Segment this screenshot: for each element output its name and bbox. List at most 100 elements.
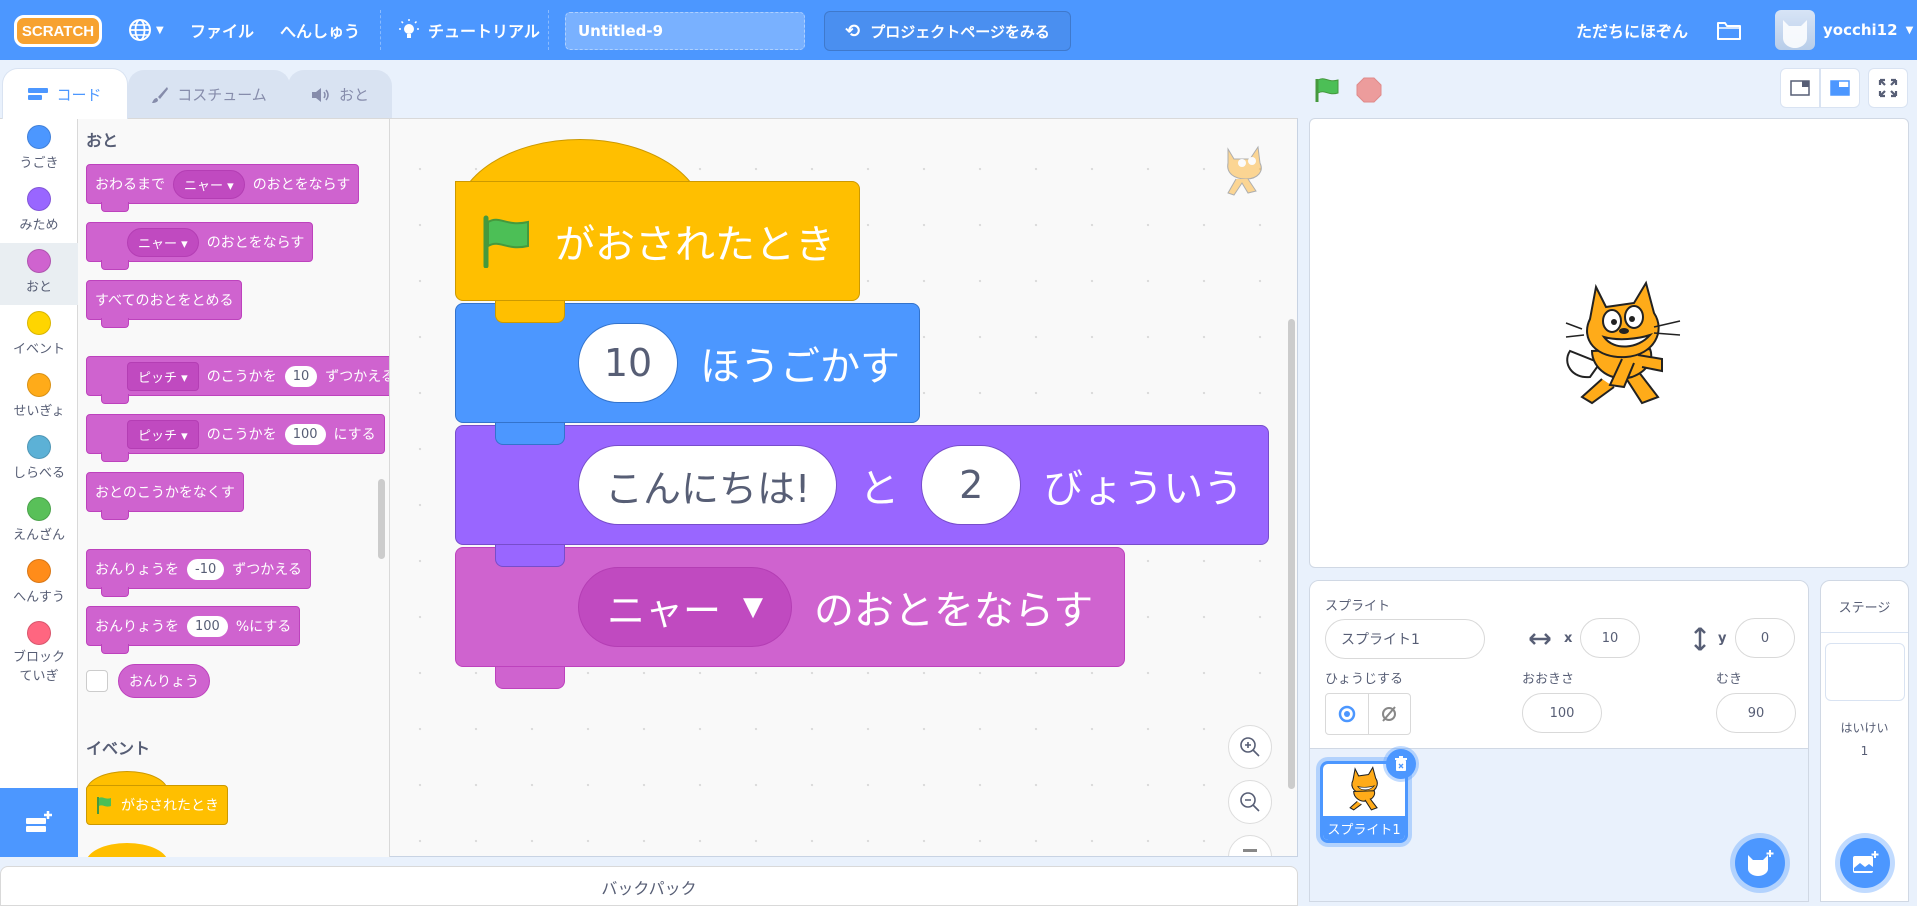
hide-sprite-button[interactable] <box>1369 694 1411 734</box>
category-control[interactable]: せいぎょ <box>0 367 78 429</box>
add-backdrop-icon <box>1853 851 1879 873</box>
zoom-in-button[interactable] <box>1228 725 1272 769</box>
file-menu[interactable]: ファイル <box>190 0 254 60</box>
effect-set-input[interactable]: 100 <box>284 423 326 445</box>
category-motion[interactable]: うごき <box>0 119 78 181</box>
show-sprite-button[interactable] <box>1326 694 1369 734</box>
block-text: がおされたとき <box>121 798 219 814</box>
sound-dropdown[interactable]: ニャー ▾ <box>173 169 245 199</box>
effect-dropdown[interactable]: ピッチ ▾ <box>127 361 199 391</box>
backdrops-count: 1 <box>1860 744 1869 758</box>
steps-input[interactable]: 10 <box>578 323 678 403</box>
looks-dot-icon <box>27 187 51 211</box>
block-text: ほうごかす <box>700 344 900 390</box>
block-set-volume[interactable]: おんりょうを 100 %にする <box>86 606 301 654</box>
tutorials-menu[interactable]: チュートリアル <box>398 0 540 60</box>
volume-set-input[interactable]: 100 <box>187 615 228 637</box>
delete-sprite-button[interactable] <box>1386 749 1416 779</box>
block-change-volume[interactable]: おんりょうを -10 ずつかえる <box>86 549 311 597</box>
small-stage-button[interactable] <box>1780 68 1820 108</box>
zoom-reset-button[interactable] <box>1228 835 1272 856</box>
volume-change-input[interactable]: -10 <box>187 558 225 580</box>
direction-input[interactable]: 90 <box>1716 693 1796 733</box>
eye-hidden-icon <box>1382 706 1397 722</box>
sound-dropdown[interactable]: ニャー ▾ <box>127 227 199 257</box>
sprite-name-input[interactable]: スプライト1 <box>1325 619 1485 659</box>
tab-sounds[interactable]: おと <box>288 70 392 118</box>
fullscreen-button[interactable] <box>1868 68 1908 108</box>
block-notch <box>495 301 565 323</box>
block-when-flag-clicked[interactable]: がおされたとき <box>455 181 860 301</box>
category-menu: うごき みため おと イベント せいぎょ しらべる えんざん へんすう ブロック… <box>0 118 78 788</box>
large-stage-button[interactable] <box>1820 68 1860 108</box>
block-set-effect[interactable]: ピッチ ▾ のこうかを 100 にする <box>86 414 385 462</box>
see-project-page-button[interactable]: ⟲ プロジェクトページをみる <box>824 11 1071 51</box>
category-sound[interactable]: おと <box>0 243 78 305</box>
stage-selector[interactable]: ステージ はいけい 1 <box>1820 580 1909 902</box>
block-start-sound[interactable]: ニャー ▾ のおとをならす <box>86 222 314 270</box>
scratch-logo[interactable]: SCRATCH <box>14 15 102 47</box>
size-input[interactable]: 100 <box>1522 693 1602 733</box>
effect-dropdown[interactable]: ピッチ ▾ <box>127 419 199 449</box>
add-sprite-cat-icon <box>1748 850 1774 876</box>
effect-change-input[interactable]: 10 <box>284 365 318 387</box>
stage-canvas[interactable] <box>1309 118 1909 568</box>
category-events[interactable]: イベント <box>0 305 78 367</box>
caret-down-icon: ▼ <box>1905 24 1914 36</box>
zoom-out-button[interactable] <box>1228 780 1272 824</box>
my-blocks-dot-icon <box>27 621 51 645</box>
caret-down-icon: ▼ <box>156 24 164 36</box>
block-text: びょういう <box>1043 466 1244 512</box>
tab-costumes[interactable]: コスチューム <box>128 70 290 118</box>
category-variables[interactable]: へんすう <box>0 553 78 615</box>
script-workspace[interactable]: がおされたとき 10 ほうごかす こんにちは! と 2 びょういう ニャー ▼ の… <box>390 118 1298 857</box>
tab-code-label: コード <box>56 85 102 104</box>
category-looks[interactable]: みため <box>0 181 78 243</box>
x-label: x <box>1564 631 1573 646</box>
workspace-scrollbar[interactable] <box>1288 319 1295 789</box>
palette-scrollbar[interactable] <box>378 479 385 559</box>
y-position-input[interactable]: 0 <box>1735 618 1795 658</box>
project-title-input[interactable]: Untitled-9 <box>565 12 805 50</box>
x-position-input[interactable]: 10 <box>1580 618 1640 658</box>
block-clear-effects[interactable]: おとのこうかをなくす <box>86 472 244 520</box>
scratch-cat-sprite[interactable] <box>1562 279 1686 409</box>
size-label: おおきさ <box>1522 672 1575 687</box>
backpack-header[interactable]: バックパック <box>0 866 1298 906</box>
green-flag-button[interactable] <box>1313 76 1341 104</box>
scratch-cat-thumbnail-icon <box>1349 766 1378 811</box>
user-avatar[interactable] <box>1775 10 1815 50</box>
category-label: うごき <box>19 156 59 171</box>
block-change-effect[interactable]: ピッチ ▾ のこうかを 10 ずつかえる <box>86 356 390 404</box>
choose-backdrop-button[interactable] <box>1840 838 1890 888</box>
message-input[interactable]: こんにちは! <box>578 445 838 525</box>
stop-button[interactable] <box>1356 77 1382 103</box>
block-text: ずつかえる <box>325 369 390 385</box>
my-stuff-button[interactable] <box>1716 0 1742 60</box>
block-stop-all-sounds[interactable]: すべてのおとをとめる <box>86 280 243 328</box>
category-sensing[interactable]: しらべる <box>0 429 78 491</box>
language-menu[interactable]: ▼ <box>128 0 164 60</box>
stage-thumbnail[interactable] <box>1824 643 1905 701</box>
block-say-for-secs[interactable]: こんにちは! と 2 びょういう <box>455 425 1269 545</box>
username: yocchi12 <box>1823 21 1898 39</box>
add-extension-button[interactable] <box>0 788 78 857</box>
account-menu[interactable]: yocchi12 ▼ <box>1823 0 1913 60</box>
block-volume-reporter[interactable]: おんりょう <box>118 664 210 698</box>
save-now-button[interactable]: ただちにほぞん <box>1576 0 1688 60</box>
volume-monitor-checkbox[interactable] <box>86 670 108 692</box>
sound-dropdown[interactable]: ニャー ▼ <box>578 567 793 647</box>
edit-menu[interactable]: へんしゅう <box>280 0 360 60</box>
seconds-input[interactable]: 2 <box>921 445 1022 525</box>
tab-code[interactable]: コード <box>2 68 128 119</box>
block-when-flag-clicked[interactable]: がおされたとき <box>86 785 228 825</box>
choose-sprite-button[interactable] <box>1735 838 1785 888</box>
block-play-until-done[interactable]: おわるまで ニャー ▾ のおとをならす <box>86 164 360 212</box>
category-my-blocks[interactable]: ブロックていぎ <box>0 615 78 695</box>
variables-dot-icon <box>27 559 51 583</box>
add-extension-icon <box>26 810 52 832</box>
category-operators[interactable]: えんざん <box>0 491 78 553</box>
category-label: せいぎょ <box>13 404 65 419</box>
sensing-dot-icon <box>27 435 51 459</box>
visibility-toggle <box>1325 693 1411 735</box>
